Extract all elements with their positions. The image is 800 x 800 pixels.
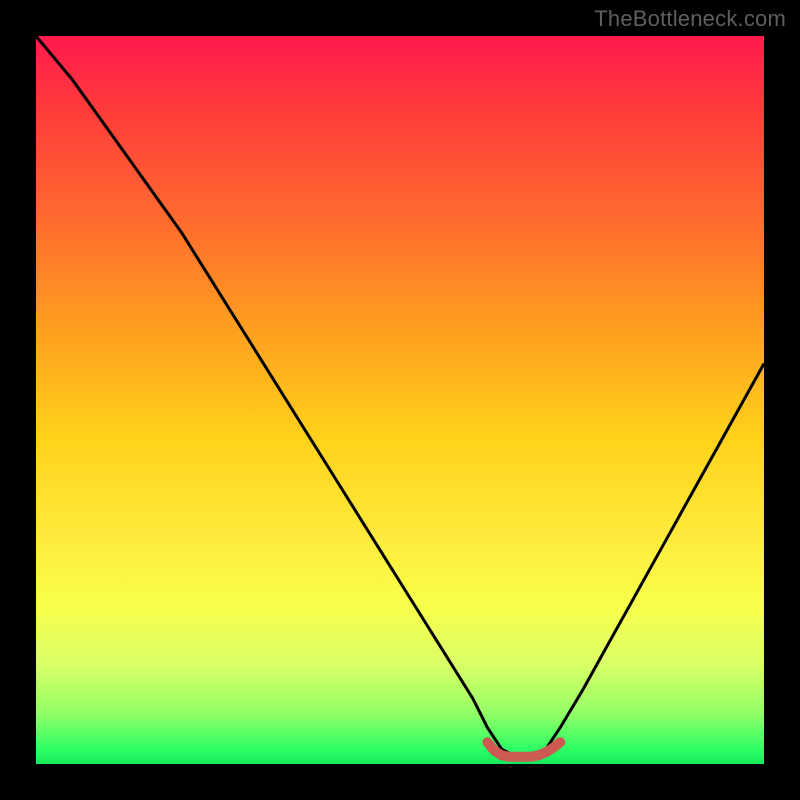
plot-area bbox=[36, 36, 764, 764]
curve-layer bbox=[36, 36, 764, 764]
chart-frame: TheBottleneck.com bbox=[0, 0, 800, 800]
watermark-text: TheBottleneck.com bbox=[594, 6, 786, 32]
bottleneck-curve bbox=[36, 36, 764, 757]
